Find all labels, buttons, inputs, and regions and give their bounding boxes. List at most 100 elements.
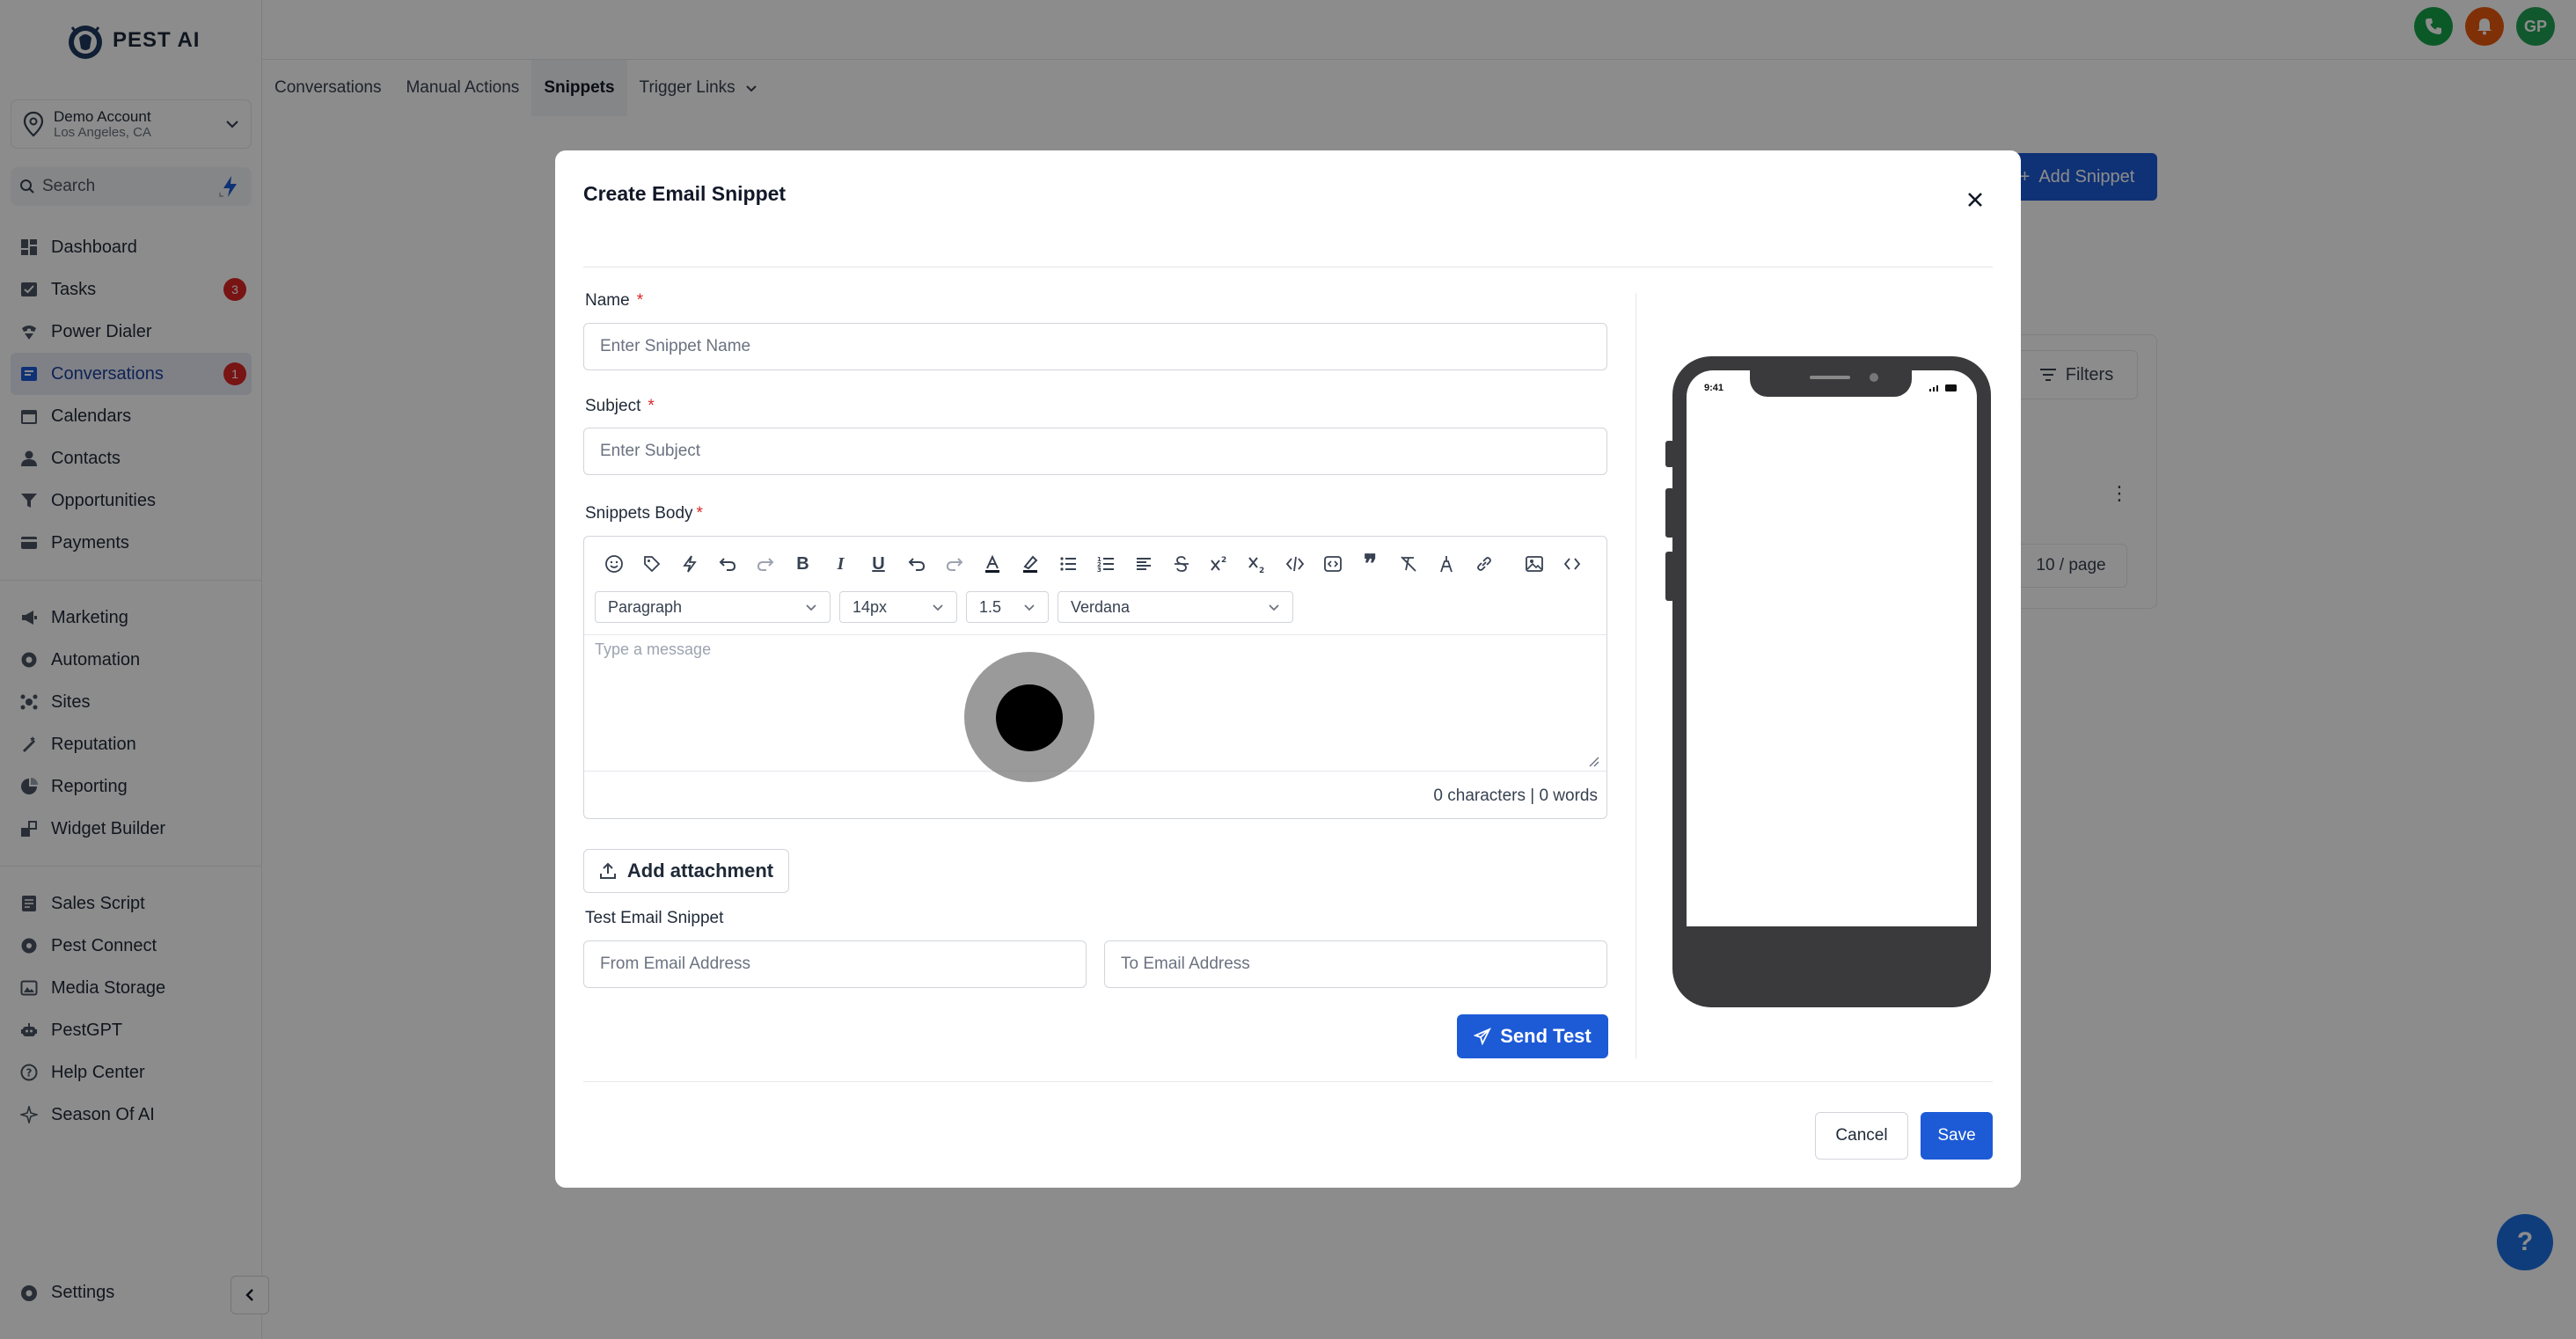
add-attachment-label: Add attachment [626, 860, 774, 882]
rich-text-editor: B I U 123 2 2 ❞ Paragraph 14px 1.5 Verda… [583, 536, 1607, 819]
phone-side-button [1665, 488, 1674, 538]
redo-button[interactable] [746, 551, 784, 577]
link-button[interactable] [1465, 551, 1503, 577]
align-left-icon [1136, 558, 1151, 570]
required-mark: * [636, 291, 644, 310]
highlight-color-button[interactable] [1011, 551, 1049, 577]
to-email-input[interactable]: To Email Address [1104, 940, 1607, 988]
lightning-icon [682, 555, 697, 573]
clear-format-button[interactable] [1389, 551, 1427, 577]
battery-icon [1945, 384, 1957, 391]
test-email-label: Test Email Snippet [585, 909, 724, 927]
underline-button[interactable]: U [860, 551, 897, 577]
italic-icon: I [837, 553, 845, 574]
strikethrough-button[interactable] [1162, 551, 1200, 577]
modal-title: Create Email Snippet [583, 182, 787, 205]
subscript-button[interactable]: 2 [1238, 551, 1276, 577]
numbered-list-icon: 123 [1097, 556, 1114, 574]
phone-notch [1750, 356, 1912, 397]
code-block-button[interactable] [1314, 551, 1351, 577]
cursor-indicator-dot [996, 684, 1063, 751]
tag-button[interactable] [633, 551, 670, 577]
phone-speaker [1810, 376, 1850, 379]
subject-input[interactable]: Enter Subject [583, 428, 1607, 475]
redo-icon [757, 558, 773, 571]
block-format-select[interactable]: Paragraph [595, 591, 831, 623]
undo-button[interactable] [708, 551, 746, 577]
create-email-snippet-modal: Create Email Snippet Name * Enter Snippet… [555, 150, 2021, 1188]
chevron-down-icon [933, 604, 943, 611]
phone-camera [1870, 373, 1878, 382]
line-height-value: 1.5 [979, 597, 1002, 616]
insert-image-button[interactable] [1515, 551, 1553, 577]
bold-button[interactable]: B [784, 551, 822, 577]
snippet-name-input[interactable]: Enter Snippet Name [583, 323, 1607, 370]
svg-text:2: 2 [1221, 556, 1226, 565]
numbered-list-button[interactable]: 123 [1087, 551, 1124, 577]
bold-icon: B [796, 553, 809, 574]
code-block-icon [1323, 556, 1342, 572]
block-format-value: Paragraph [608, 597, 683, 616]
format-painter-button[interactable] [1427, 551, 1465, 577]
source-code-button[interactable] [1553, 551, 1591, 577]
align-button[interactable] [1124, 551, 1162, 577]
cancel-button[interactable]: Cancel [1815, 1112, 1908, 1160]
bullet-list-icon [1059, 557, 1076, 571]
send-test-label: Send Test [1500, 1025, 1592, 1047]
text-color-button[interactable] [973, 551, 1011, 577]
name-label: Name * [585, 291, 643, 311]
trigger-button[interactable] [670, 551, 708, 577]
phone-preview: 9:41 [1665, 356, 1991, 1007]
superscript-button[interactable]: 2 [1200, 551, 1238, 577]
font-size-select[interactable]: 14px [839, 591, 957, 623]
body-label: Snippets Body * [585, 504, 703, 523]
blockquote-button[interactable]: ❞ [1351, 551, 1389, 578]
modal-footer-divider [583, 1081, 1993, 1082]
upload-icon [599, 862, 616, 879]
close-icon [1968, 193, 1982, 207]
from-email-input[interactable]: From Email Address [583, 940, 1087, 988]
superscript-icon: 2 [1210, 556, 1226, 571]
phone-time: 9:41 [1704, 383, 1724, 393]
emoji-icon [604, 555, 623, 573]
line-height-select[interactable]: 1.5 [966, 591, 1049, 623]
link-icon [1476, 557, 1491, 571]
format-painter-icon [1439, 556, 1453, 573]
close-modal-button[interactable] [1961, 186, 1989, 214]
source-code-icon [1563, 558, 1580, 570]
font-family-select[interactable]: Verdana [1057, 591, 1293, 623]
subject-label: Subject * [585, 397, 655, 416]
required-mark: * [648, 397, 655, 415]
send-icon [1474, 1028, 1492, 1045]
editor-toolbar: B I U 123 2 2 ❞ [595, 551, 1591, 578]
redo-button-2[interactable] [935, 551, 973, 577]
emoji-button[interactable] [595, 551, 633, 577]
underline-icon: U [872, 553, 885, 574]
phone-side-button [1665, 441, 1674, 467]
svg-text:2: 2 [1259, 567, 1264, 574]
italic-button[interactable]: I [822, 551, 860, 577]
svg-text:3: 3 [1097, 567, 1101, 574]
clear-format-icon [1400, 556, 1416, 572]
code-button[interactable] [1276, 551, 1314, 577]
tag-icon [643, 556, 660, 573]
font-family-value: Verdana [1071, 597, 1131, 616]
chevron-down-icon [1024, 604, 1035, 611]
phone-side-button [1665, 552, 1674, 601]
add-attachment-button[interactable]: Add attachment [583, 849, 789, 893]
save-button[interactable]: Save [1921, 1112, 1993, 1160]
bullet-list-button[interactable] [1049, 551, 1087, 577]
editor-divider [584, 771, 1606, 772]
send-test-button[interactable]: Send Test [1457, 1014, 1608, 1058]
strikethrough-icon [1174, 556, 1189, 572]
message-textarea[interactable]: Type a message [595, 640, 711, 659]
redo-icon [946, 558, 962, 571]
body-label-text: Snippets Body [585, 504, 693, 523]
undo-button-2[interactable] [897, 551, 935, 577]
highlighter-icon [1022, 555, 1037, 573]
quote-icon: ❞ [1363, 551, 1378, 578]
editor-divider [584, 634, 1606, 635]
image-icon [1525, 556, 1543, 572]
resize-handle-icon[interactable] [1587, 755, 1599, 767]
undo-icon [908, 558, 925, 571]
